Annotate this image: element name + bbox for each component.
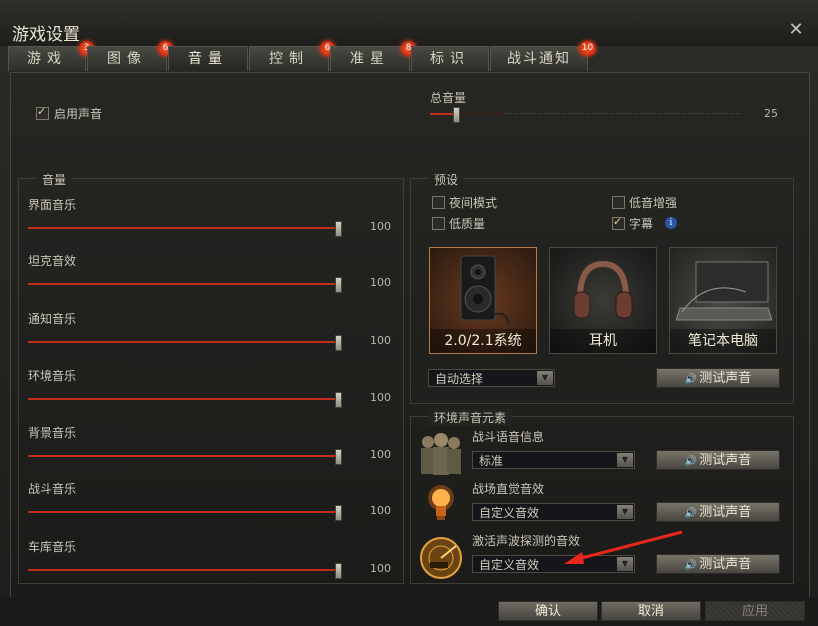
volume-slider-value: 100 — [370, 504, 391, 517]
volume-slider-value: 100 — [370, 391, 391, 404]
slider-handle[interactable] — [453, 107, 460, 123]
bass-boost-checkbox[interactable] — [612, 196, 625, 209]
device-card-label: 2.0/2.1系统 — [430, 329, 536, 353]
speaker-small-icon: 🔊 — [684, 560, 698, 571]
volume-group-title: 音量 — [36, 171, 73, 188]
radar-icon — [420, 537, 462, 579]
title-bar: 游戏设置 ✕ — [0, 0, 818, 46]
slider-handle[interactable] — [335, 505, 342, 521]
headphones-icon — [573, 260, 633, 319]
ambient-item-label: 战斗语音信息 — [472, 430, 545, 444]
speaker-small-icon: 🔊 — [684, 374, 698, 385]
slider-handle[interactable] — [335, 221, 342, 237]
chevron-down-icon: ▼ — [617, 505, 633, 519]
volume-slider[interactable] — [28, 563, 342, 579]
master-volume-slider[interactable] — [430, 107, 505, 123]
device-card-label: 耳机 — [550, 329, 656, 353]
volume-slider[interactable] — [28, 221, 342, 237]
battlefield-instinct-test-button[interactable]: 🔊 测试声音 — [656, 502, 780, 522]
device-card-label: 笔记本电脑 — [670, 329, 776, 353]
speaker-small-icon: 🔊 — [684, 456, 698, 467]
laptop-icon — [676, 261, 772, 321]
volume-slider[interactable] — [28, 277, 342, 293]
battlefield-instinct-select[interactable]: 自定义音效 ▼ — [472, 503, 635, 521]
close-icon[interactable]: ✕ — [788, 21, 804, 39]
battle-voice-select[interactable]: 标准 ▼ — [472, 451, 635, 469]
night-mode-label: 夜间模式 — [449, 196, 498, 210]
preset-test-sound-button[interactable]: 🔊 测试声音 — [656, 368, 780, 388]
slider-handle[interactable] — [335, 449, 342, 465]
slider-handle[interactable] — [335, 335, 342, 351]
speaker-small-icon: 🔊 — [684, 508, 698, 519]
slider-handle[interactable] — [335, 392, 342, 408]
tab-crosshair[interactable]: 准星 8 — [330, 41, 416, 71]
device-select[interactable]: 自动选择 ▼ — [428, 369, 555, 387]
tab-badge: 10 — [579, 41, 596, 56]
chevron-down-icon: ▼ — [537, 371, 553, 385]
volume-slider-label: 战斗音乐 — [28, 482, 77, 496]
volume-slider-value: 100 — [370, 220, 391, 233]
device-card-headphones[interactable]: 耳机 — [549, 247, 657, 354]
volume-slider-label: 界面音乐 — [28, 198, 77, 212]
annotation-arrow-icon — [564, 530, 683, 564]
volume-slider[interactable] — [28, 505, 342, 521]
volume-slider-value: 100 — [370, 448, 391, 461]
tab-controls[interactable]: 控制 6 — [249, 41, 335, 71]
volume-slider-label: 坦克音效 — [28, 254, 77, 268]
tab-markers[interactable]: 标识 — [411, 46, 489, 71]
enable-sound-checkbox[interactable] — [36, 105, 49, 120]
volume-slider[interactable] — [28, 449, 342, 465]
cancel-button[interactable]: 取消 — [601, 601, 701, 621]
battle-voice-test-button[interactable]: 🔊 测试声音 — [656, 450, 780, 470]
chevron-down-icon: ▼ — [617, 453, 633, 467]
subtitles-label: 字幕 — [629, 217, 654, 231]
slider-handle[interactable] — [335, 563, 342, 579]
volume-slider[interactable] — [28, 392, 342, 408]
ok-button[interactable]: 确认 — [498, 601, 598, 621]
crew-icon — [421, 433, 461, 475]
tab-sound[interactable]: 音量 — [168, 46, 248, 71]
info-icon[interactable]: i — [665, 217, 677, 229]
volume-slider-value: 100 — [370, 334, 391, 347]
lightbulb-icon — [428, 485, 454, 520]
low-quality-checkbox[interactable] — [432, 217, 445, 230]
ambient-item-label: 战场直觉音效 — [472, 482, 545, 496]
bass-boost-label: 低音增强 — [629, 196, 678, 210]
volume-slider-label: 通知音乐 — [28, 312, 77, 326]
volume-slider-label: 车库音乐 — [28, 540, 77, 554]
volume-slider-label: 背景音乐 — [28, 426, 77, 440]
master-volume-label: 总音量 — [430, 91, 467, 105]
volume-slider-label: 环境音乐 — [28, 369, 77, 383]
tab-graphics[interactable]: 图像 6 — [87, 41, 173, 71]
enable-sound-label: 启用声音 — [54, 107, 103, 121]
preset-group-title: 预设 — [428, 171, 465, 188]
night-mode-checkbox[interactable] — [432, 196, 445, 209]
slider-handle[interactable] — [335, 277, 342, 293]
low-quality-label: 低质量 — [449, 217, 486, 231]
volume-slider[interactable] — [28, 335, 342, 351]
device-card-laptop[interactable]: 笔记本电脑 — [669, 247, 777, 354]
device-card-speaker[interactable]: 2.0/2.1系统 — [429, 247, 537, 354]
apply-button[interactable]: 应用 — [705, 601, 805, 621]
subtitles-checkbox[interactable] — [612, 215, 625, 230]
tab-bar: 游戏3 图像6 音量 控制6 准星8 标识 战斗通知10 — [8, 41, 596, 72]
speaker-icon — [460, 255, 510, 325]
ambient-group-title: 环境声音元素 — [428, 409, 513, 426]
tab-game[interactable]: 游戏3 — [8, 41, 94, 71]
settings-window: 游戏设置 ✕ 游戏3 图像6 音量 控制6 准星8 标识 战斗通知10 启用声音… — [0, 0, 818, 626]
volume-slider-value: 100 — [370, 562, 391, 575]
master-volume-value: 25 — [764, 107, 778, 120]
window-title: 游戏设置 — [12, 25, 80, 45]
volume-slider-value: 100 — [370, 276, 391, 289]
tab-battle-notifications[interactable]: 战斗通知 10 — [490, 41, 596, 71]
